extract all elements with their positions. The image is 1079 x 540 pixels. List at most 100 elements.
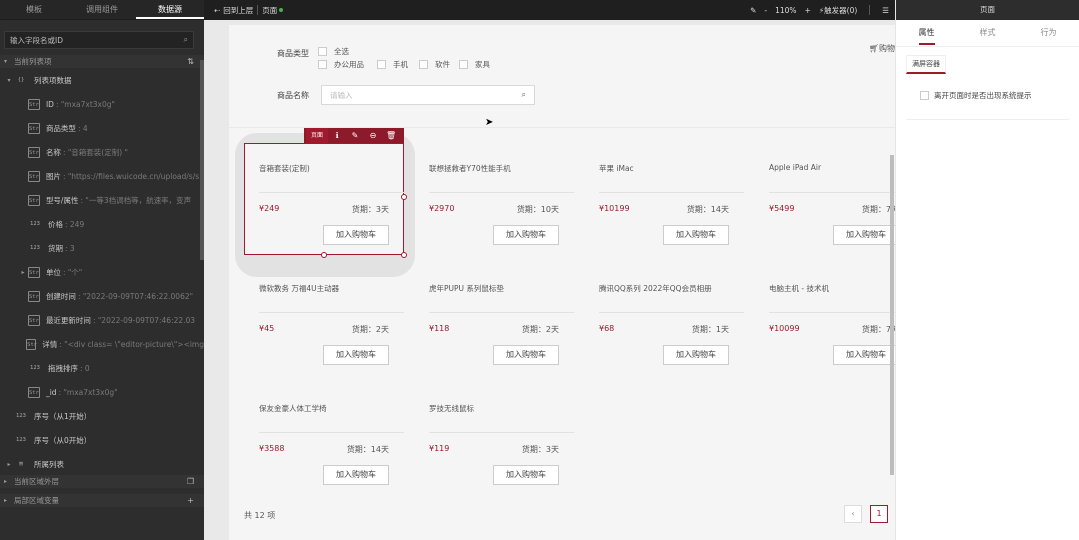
tab-datasource[interactable]: 数据源 [136,0,204,19]
chevron-down-icon: ▾ [4,58,8,65]
tab-behavior[interactable]: 行为 [1018,20,1079,46]
product-name: Apple iPad Air [769,163,822,172]
checkbox-box[interactable] [419,60,428,69]
checkbox-phone[interactable]: 手机 [377,59,408,70]
search-icon[interactable]: ⌕ [184,35,188,45]
product-price: ¥249 [259,204,280,213]
tree-row[interactable]: Str 创建时间: "2022-09-09T07:46:22.0062" [0,284,204,308]
tree-row[interactable]: Str _id: "mxa7xt3x0g" [0,380,204,404]
tree-row[interactable]: Str 最近更新时间: "2022-09-09T07:46:22.03 [0,308,204,332]
product-name: 电脑主机 - 技术机 [769,284,829,293]
add-to-cart-button[interactable]: 加入购物车 [323,345,389,365]
tree-row[interactable]: Str 名称: "音箱套装(定制) " [0,140,204,164]
tree-row[interactable]: 123 拖拽排序: 0 [0,356,204,380]
design-canvas[interactable]: 商品类型 全选 办公用品 手机 软件 家具 商品名称 ⌕ 🛒︎购物 页面 ℹ ✎… [204,20,895,540]
refresh-icon[interactable]: ⇅ [187,55,194,68]
triggers-button[interactable]: ⚡触发器(0) [819,5,857,16]
tree-key: 价格 [48,219,63,229]
checkbox-furniture[interactable]: 家具 [459,59,490,70]
current-page-label[interactable]: 页面 [262,5,277,16]
chevron-right-icon[interactable]: ▸ [18,269,28,276]
triggers-label: 触发器(0) [824,5,858,15]
tree-row[interactable]: 123 货期: 3 [0,236,204,260]
zoom-out-button[interactable]: - [764,6,767,15]
checkbox-software[interactable]: 软件 [419,59,450,70]
add-to-cart-button[interactable]: 加入购物车 [493,225,559,245]
number-icon: 123 [30,244,40,251]
page-1-button[interactable]: 1 [870,505,888,523]
back-button[interactable]: ⇠ 回到上层 [214,5,253,16]
add-to-cart-button[interactable]: 加入购物车 [663,345,729,365]
tab-style[interactable]: 样式 [957,20,1018,46]
tree-value: : "音箱套装(定制) " [62,147,128,157]
tree-value: : "2022-09-09T07:46:22.03 [92,315,196,325]
tree-row[interactable]: Str 详情: "<div class= \"editor-picture\"><… [0,332,204,356]
chevron-down-icon[interactable]: ▾ [4,77,14,84]
tree-row[interactable]: Str ID: "mxa7xt3x0g" [0,92,204,116]
product-lead-time: 货期：10天 [516,205,559,214]
checkbox-office[interactable]: 办公用品 [318,59,364,70]
checkbox-box[interactable] [318,60,327,69]
tree-key: 列表项数据 [34,75,72,85]
product-card: 腾讯QQ系列 2022年QQ会员相册 ¥68 货期：1天 加入购物车 [584,248,744,372]
section-current-list[interactable]: ▾ 当前列表项 ⇅ [0,55,204,68]
string-icon: Str [28,194,40,206]
add-to-cart-button[interactable]: 加入购物车 [493,345,559,365]
cart-link[interactable]: 🛒︎购物 [869,43,895,54]
search-icon[interactable]: ⌕ [522,90,526,100]
zoom-in-button[interactable]: + [805,6,811,15]
tab-attributes[interactable]: 属性 [896,20,957,46]
tree-row[interactable]: 123 价格: 249 [0,212,204,236]
chevron-right-icon: ▸ [4,497,8,504]
menu-icon[interactable]: ☰ [882,6,889,15]
tree-row[interactable]: 123 序号（从1开始） [0,404,204,428]
add-icon[interactable]: + [187,494,194,507]
product-name: 罗技无线鼠标 [429,404,474,413]
product-lead-time: 货期：2天 [351,325,389,334]
number-icon: 123 [30,364,40,371]
section-local[interactable]: ▸ 局部区域变量 + [0,494,204,507]
add-to-cart-button[interactable]: 加入购物车 [833,225,895,245]
tree-row[interactable]: Str 型号/属性: "一等3档调档等，航速率，变声 [0,188,204,212]
string-icon: Str [28,290,40,302]
add-to-cart-button[interactable]: 加入购物车 [323,225,389,245]
tree-row[interactable]: Str 商品类型: 4 [0,116,204,140]
tab-templates[interactable]: 模板 [0,0,68,19]
product-divider [769,192,895,193]
list-icon: ▤ [19,460,23,467]
prev-page-button[interactable]: ‹ [844,505,862,523]
product-card: 电脑主机 - 技术机¥10099货期：7天加入购物车 [754,248,895,372]
tree-value: : "https://files.wuicode.cn/upload/s/s [62,171,200,181]
tree-row[interactable]: 123 序号（从0开始） [0,428,204,452]
chevron-right-icon[interactable]: ▸ [4,461,14,468]
tab-attributes-label: 属性 [918,28,935,45]
checkbox-all[interactable]: 全选 [318,46,349,57]
section-outer[interactable]: ▸ 当前区域外层 ❐ [0,475,204,488]
leave-prompt-option[interactable]: 离开页面时是否出现系统提示 [920,90,1079,101]
string-icon: Str [28,386,40,398]
product-name: 音箱套装(定制) [259,164,310,173]
subtab-container[interactable]: 满屏容器 [906,55,946,74]
leave-prompt-checkbox[interactable] [920,91,929,100]
checkbox-box[interactable] [377,60,386,69]
properties-panel: 页面 属性 样式 行为 满屏容器 离开页面时是否出现系统提示 [895,0,1079,540]
checkbox-box[interactable] [318,47,327,56]
product-divider [259,192,404,193]
object-icon: {} [17,76,25,83]
pin-icon[interactable]: ✎ [750,6,756,15]
tab-components[interactable]: 调用组件 [68,0,136,19]
properties-tabs: 属性 样式 行为 [896,20,1079,47]
add-to-cart-button[interactable]: 加入购物车 [833,345,895,365]
field-search-input[interactable] [10,35,184,45]
add-to-cart-button[interactable]: 加入购物车 [663,225,729,245]
name-search-input[interactable] [330,90,522,100]
tree-row[interactable]: ▸ Str 单位: "个" [0,260,204,284]
tree-row[interactable]: Str 图片: "https://files.wuicode.cn/upload/… [0,164,204,188]
copy-icon[interactable]: ❐ [187,475,194,488]
tree-row[interactable]: ▸ ▤ 所属列表 [0,452,204,476]
add-to-cart-button[interactable]: 加入购物车 [323,465,389,485]
add-to-cart-button[interactable]: 加入购物车 [493,465,559,485]
canvas-scrollbar[interactable] [890,155,894,475]
tree-row[interactable]: ▾{} 列表项数据 [0,68,204,92]
checkbox-box[interactable] [459,60,468,69]
